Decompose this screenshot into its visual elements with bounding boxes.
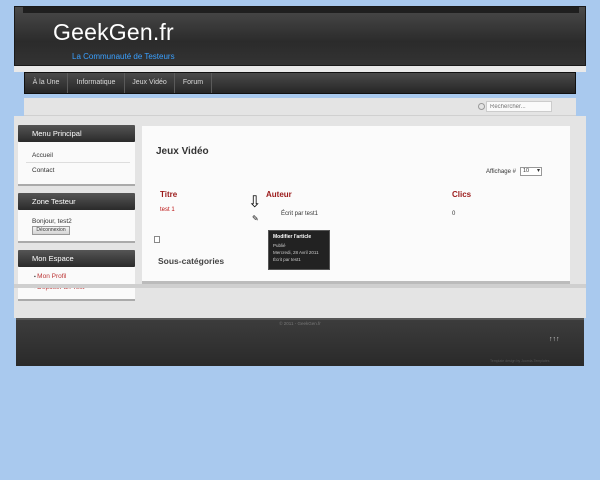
footer-credit: Template design by Joomla-Templates [490,359,550,363]
column-header-auteur[interactable]: Auteur [266,190,292,199]
content-bottom-edge [14,284,586,288]
menu-separator [26,162,130,163]
article-title-link[interactable]: test 1 [160,207,175,213]
menu-principal-module: Accueil Contact [18,142,135,186]
edit-icon[interactable]: ✎ [252,214,259,223]
nav-item-a-la-une[interactable]: À la Une [25,73,68,93]
page-title: Jeux Vidéo [156,146,209,157]
menu-principal-title: Menu Principal [18,125,135,142]
site-container: GeekGen.fr La Communauté de Testeurs À l… [14,0,586,366]
search-icon [478,103,485,110]
zone-testeur-module: Bonjour, test2 Déconnexion [18,210,135,243]
display-count-label: Affichage # [486,169,516,175]
document-icon [154,236,160,243]
nav-item-informatique[interactable]: Informatique [68,73,125,93]
sidebar-item-accueil[interactable]: Accueil [32,152,53,159]
back-to-top-link[interactable]: ↑↑↑ [549,336,560,343]
site-header: GeekGen.fr La Communauté de Testeurs [14,6,586,66]
main-content: Jeux Vidéo Affichage # 10 Titre Auteur C… [142,126,570,284]
zone-testeur-title: Zone Testeur [18,193,135,210]
site-footer: © 2011 - GeekGen.fr ↑↑↑ Template design … [16,318,584,366]
search-input[interactable] [486,101,552,112]
nav-item-jeux-video[interactable]: Jeux Vidéo [125,73,175,93]
site-tagline: La Communauté de Testeurs [72,52,175,61]
edit-tooltip: Modifier l'article Publié Mercredi, 28 A… [268,230,330,270]
nav-item-forum[interactable]: Forum [175,73,212,93]
column-header-titre[interactable]: Titre [160,190,177,199]
sidebar-item-mon-profil[interactable]: Mon Profil [34,273,66,280]
arrow-down-icon: ⇩ [248,194,262,211]
header-top-strip [23,7,579,13]
tooltip-author: Écrit par test1 [273,257,301,262]
tooltip-date: Mercredi, 28 Avril 2011 [273,250,319,255]
subcategories-title: Sous-catégories [158,256,225,266]
search-bar [24,98,576,116]
footer-copyright: © 2011 - GeekGen.fr [279,321,321,326]
column-header-clics[interactable]: Clics [452,190,471,199]
greeting-text: Bonjour, test2 [32,218,72,225]
logout-button[interactable]: Déconnexion [32,226,70,235]
site-logo[interactable]: GeekGen.fr [53,19,174,46]
main-nav: À la Une Informatique Jeux Vidéo Forum [24,72,576,94]
tooltip-title: Modifier l'article [273,234,312,240]
article-clicks: 0 [452,211,456,217]
article-author: Écrit par test1 [281,211,319,217]
mon-espace-title: Mon Espace [18,250,135,267]
sidebar-item-contact[interactable]: Contact [32,167,54,174]
tooltip-status: Publié [273,243,286,248]
display-count-select[interactable]: 10 [520,167,542,176]
